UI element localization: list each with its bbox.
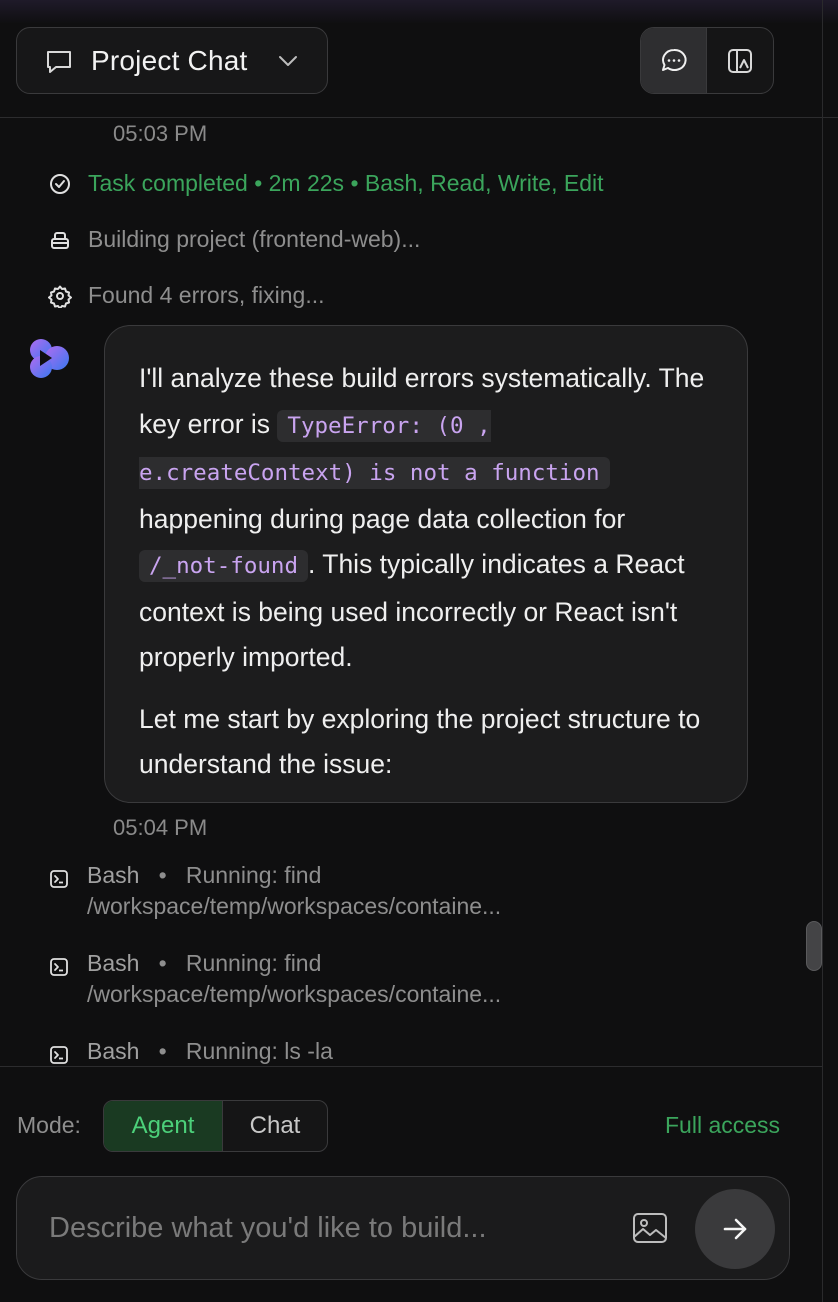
access-level-button[interactable]: Full access bbox=[665, 1112, 780, 1139]
status-text: Task completed • 2m 22s • Bash, Read, Wr… bbox=[88, 170, 604, 196]
status-task-completed: Task completed • 2m 22s • Bash, Read, Wr… bbox=[48, 170, 604, 197]
tool-call-row[interactable]: Bash • Running: find /workspace/temp/wor… bbox=[48, 860, 501, 922]
status-text: Found 4 errors, fixing... bbox=[88, 282, 325, 308]
panel-edge bbox=[822, 0, 823, 1302]
terminal-icon bbox=[50, 958, 68, 976]
chat-title: Project Chat bbox=[91, 44, 248, 76]
assistant-paragraph-2: Let me start by exploring the project st… bbox=[139, 703, 701, 780]
terminal-icon bbox=[50, 870, 68, 888]
image-upload-icon[interactable] bbox=[631, 1210, 669, 1246]
message-timestamp: 05:03 PM bbox=[113, 121, 208, 146]
build-icon bbox=[51, 231, 69, 249]
prompt-input[interactable] bbox=[49, 1205, 609, 1251]
status-building: Building project (frontend-web)... bbox=[48, 226, 420, 253]
tool-call-row[interactable]: Bash • Running: ls -la bbox=[48, 1036, 333, 1066]
check-circle-icon bbox=[50, 173, 70, 194]
message-timestamp: 05:04 PM bbox=[113, 815, 208, 840]
gear-icon bbox=[48, 285, 72, 308]
assistant-paragraph-1: I'll analyze these build errors systemat… bbox=[139, 363, 705, 672]
send-button[interactable] bbox=[695, 1189, 775, 1269]
chevron-down-icon bbox=[279, 56, 297, 66]
chat-header: Project Chat bbox=[0, 0, 838, 118]
message-composer bbox=[16, 1176, 790, 1280]
split-panel-icon bbox=[728, 48, 752, 73]
view-mode-toggle bbox=[640, 27, 774, 94]
agent-mode-button[interactable]: Agent bbox=[104, 1101, 223, 1151]
status-fixing: Found 4 errors, fixing... bbox=[48, 282, 325, 309]
assistant-message-bubble: I'll analyze these build errors systemat… bbox=[104, 325, 748, 803]
chat-selector-dropdown[interactable]: Project Chat bbox=[16, 27, 328, 94]
chat-bubble-icon bbox=[47, 50, 71, 73]
tool-call-row[interactable]: Bash • Running: find /workspace/temp/wor… bbox=[48, 948, 501, 1010]
chat-view-button[interactable] bbox=[641, 28, 707, 93]
partial-tool-row-clip: Bash • Running: ls -la bbox=[0, 1036, 822, 1066]
status-text: Building project (frontend-web)... bbox=[88, 226, 421, 252]
mode-toggle: Agent Chat bbox=[103, 1100, 328, 1152]
chat-dots-icon bbox=[661, 48, 687, 71]
assistant-avatar-icon bbox=[30, 339, 69, 378]
messages-scrollbar-thumb[interactable] bbox=[806, 921, 822, 971]
chat-mode-button[interactable]: Chat bbox=[223, 1101, 327, 1151]
inline-code-route: /_not-found bbox=[139, 550, 309, 582]
footer-divider bbox=[0, 1066, 822, 1067]
split-view-button[interactable] bbox=[707, 28, 773, 93]
terminal-icon bbox=[50, 1046, 68, 1064]
arrow-right-icon bbox=[723, 1218, 747, 1240]
mode-label: Mode: bbox=[17, 1112, 81, 1138]
